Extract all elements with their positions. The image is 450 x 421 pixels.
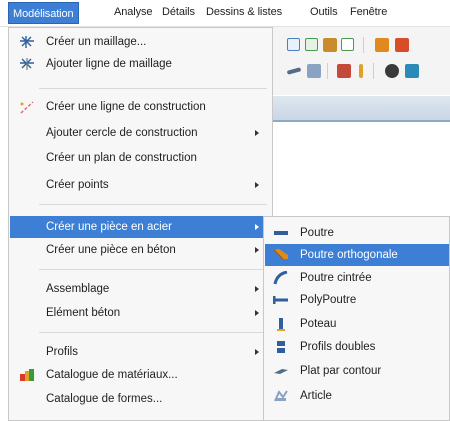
curved-beam-icon <box>273 270 289 285</box>
submenu-item-label: Poteau <box>300 318 337 330</box>
menu-item-ajouter-ligne-maillage[interactable]: Ajouter ligne de maillage <box>10 53 271 75</box>
double-profile-icon <box>273 340 289 354</box>
view-title-bar <box>258 96 450 120</box>
menu-item-element-beton[interactable]: Elément béton <box>10 302 271 324</box>
toolbar-separator <box>327 63 328 79</box>
menu-fenetre[interactable]: Fenêtre <box>350 0 387 24</box>
submenu-arrow-icon <box>255 286 259 292</box>
menu-outils[interactable]: Outils <box>310 0 338 24</box>
menu-item-ajouter-cercle-construction[interactable]: Ajouter cercle de construction <box>10 122 271 144</box>
weld-icon[interactable] <box>337 64 351 78</box>
menu-separator <box>39 204 267 205</box>
menu-item-label: Ajouter ligne de maillage <box>46 58 172 70</box>
cut-icon[interactable] <box>323 38 337 52</box>
submenu-item-poteau[interactable]: Poteau <box>265 313 449 335</box>
submenu-item-label: PolyPoutre <box>300 294 357 306</box>
menu-item-label: Créer une pièce en acier <box>46 221 172 233</box>
menu-separator <box>39 332 267 333</box>
menu-item-creer-plan-construction[interactable]: Créer un plan de construction <box>10 147 271 169</box>
view-title-underline <box>258 120 450 122</box>
menu-item-label: Créer une ligne de construction <box>46 101 206 113</box>
menu-separator <box>39 88 267 89</box>
contour-plate-icon <box>273 364 289 378</box>
construction-line-icon <box>19 100 35 114</box>
menu-dessins-listes[interactable]: Dessins & listes <box>206 0 282 24</box>
toolbar-separator <box>363 37 364 53</box>
menu-item-catalogue-formes[interactable]: Catalogue de formes... <box>10 388 271 410</box>
marker-icon[interactable] <box>359 64 363 78</box>
submenu-item-poutre-cintree[interactable]: Poutre cintrée <box>265 267 449 289</box>
toolbar-separator <box>373 63 374 79</box>
menu-separator <box>39 269 267 270</box>
submenu-item-label: Poutre cintrée <box>300 272 372 284</box>
menu-item-label: Créer points <box>46 179 109 191</box>
menu-item-label: Créer un maillage... <box>46 36 147 48</box>
menu-analyse[interactable]: Analyse <box>114 0 153 24</box>
menu-details[interactable]: Détails <box>162 0 195 24</box>
menu-item-creer-piece-acier[interactable]: Créer une pièce en acier <box>10 216 271 238</box>
menu-modelisation[interactable]: Modélisation <box>8 2 79 24</box>
beam-icon <box>273 226 289 240</box>
submenu-item-label: Poutre <box>300 227 334 239</box>
submenu-item-label: Plat par contour <box>300 365 382 377</box>
menu-item-label: Catalogue de matériaux... <box>46 369 178 381</box>
menu-item-label: Catalogue de formes... <box>46 393 163 405</box>
submenu-arrow-icon <box>255 130 259 136</box>
modelisation-dropdown: Créer un maillage... Ajouter ligne de ma… <box>8 27 273 421</box>
polybeam-icon <box>272 293 289 307</box>
submenu-item-profils-doubles[interactable]: Profils doubles <box>265 336 449 358</box>
window-icon[interactable] <box>287 38 300 51</box>
view-icon[interactable] <box>305 38 318 51</box>
menu-item-label: Ajouter cercle de construction <box>46 127 198 139</box>
menu-bar: Modélisation Analyse Détails Dessins & l… <box>0 0 450 27</box>
submenu-item-article[interactable]: Article <box>265 385 449 407</box>
submenu-item-label: Profils doubles <box>300 341 376 353</box>
submenu-item-poutre[interactable]: Poutre <box>265 222 449 244</box>
menu-item-creer-ligne-construction[interactable]: Créer une ligne de construction <box>10 96 271 118</box>
submenu-item-label: Poutre orthogonale <box>300 249 398 261</box>
submenu-arrow-icon <box>255 310 259 316</box>
grid-icon <box>19 35 35 49</box>
grid-line-icon <box>19 57 35 71</box>
menu-item-label: Profils <box>46 346 78 358</box>
toolbar-area <box>258 27 450 95</box>
submenu-arrow-icon <box>255 247 259 253</box>
binoculars-icon[interactable] <box>385 64 399 78</box>
menu-item-creer-maillage[interactable]: Créer un maillage... <box>10 31 271 53</box>
submenu-arrow-icon <box>255 182 259 188</box>
steel-part-submenu: Poutre Poutre orthogonale Poutre cintrée… <box>263 216 450 421</box>
submenu-item-polypoutre[interactable]: PolyPoutre <box>265 289 449 311</box>
column-icon <box>273 317 289 331</box>
menu-item-label: Elément béton <box>46 307 121 319</box>
filter-icon[interactable] <box>405 64 419 78</box>
menu-item-label: Assemblage <box>46 283 110 295</box>
item-icon <box>273 389 289 403</box>
orthogonal-beam-icon <box>273 248 289 262</box>
paste-icon[interactable] <box>395 38 409 52</box>
menu-item-assemblage[interactable]: Assemblage <box>10 278 271 300</box>
menu-item-profils[interactable]: Profils <box>10 341 271 363</box>
menu-item-label: Créer un plan de construction <box>46 152 197 164</box>
submenu-item-plat-par-contour[interactable]: Plat par contour <box>265 360 449 382</box>
menu-item-label: Créer une pièce en béton <box>46 244 176 256</box>
menu-item-creer-piece-beton[interactable]: Créer une pièce en béton <box>10 239 271 261</box>
submenu-arrow-icon <box>255 349 259 355</box>
menu-item-creer-points[interactable]: Créer points <box>10 174 271 196</box>
edit-icon[interactable] <box>375 38 389 52</box>
item-tool-icon[interactable] <box>307 64 321 78</box>
copy-icon[interactable] <box>341 38 354 51</box>
submenu-arrow-icon <box>255 224 259 230</box>
menu-item-catalogue-materiaux[interactable]: Catalogue de matériaux... <box>10 364 271 386</box>
materials-catalog-icon <box>19 368 35 382</box>
submenu-item-poutre-orthogonale[interactable]: Poutre orthogonale <box>265 244 449 266</box>
submenu-item-label: Article <box>300 390 332 402</box>
